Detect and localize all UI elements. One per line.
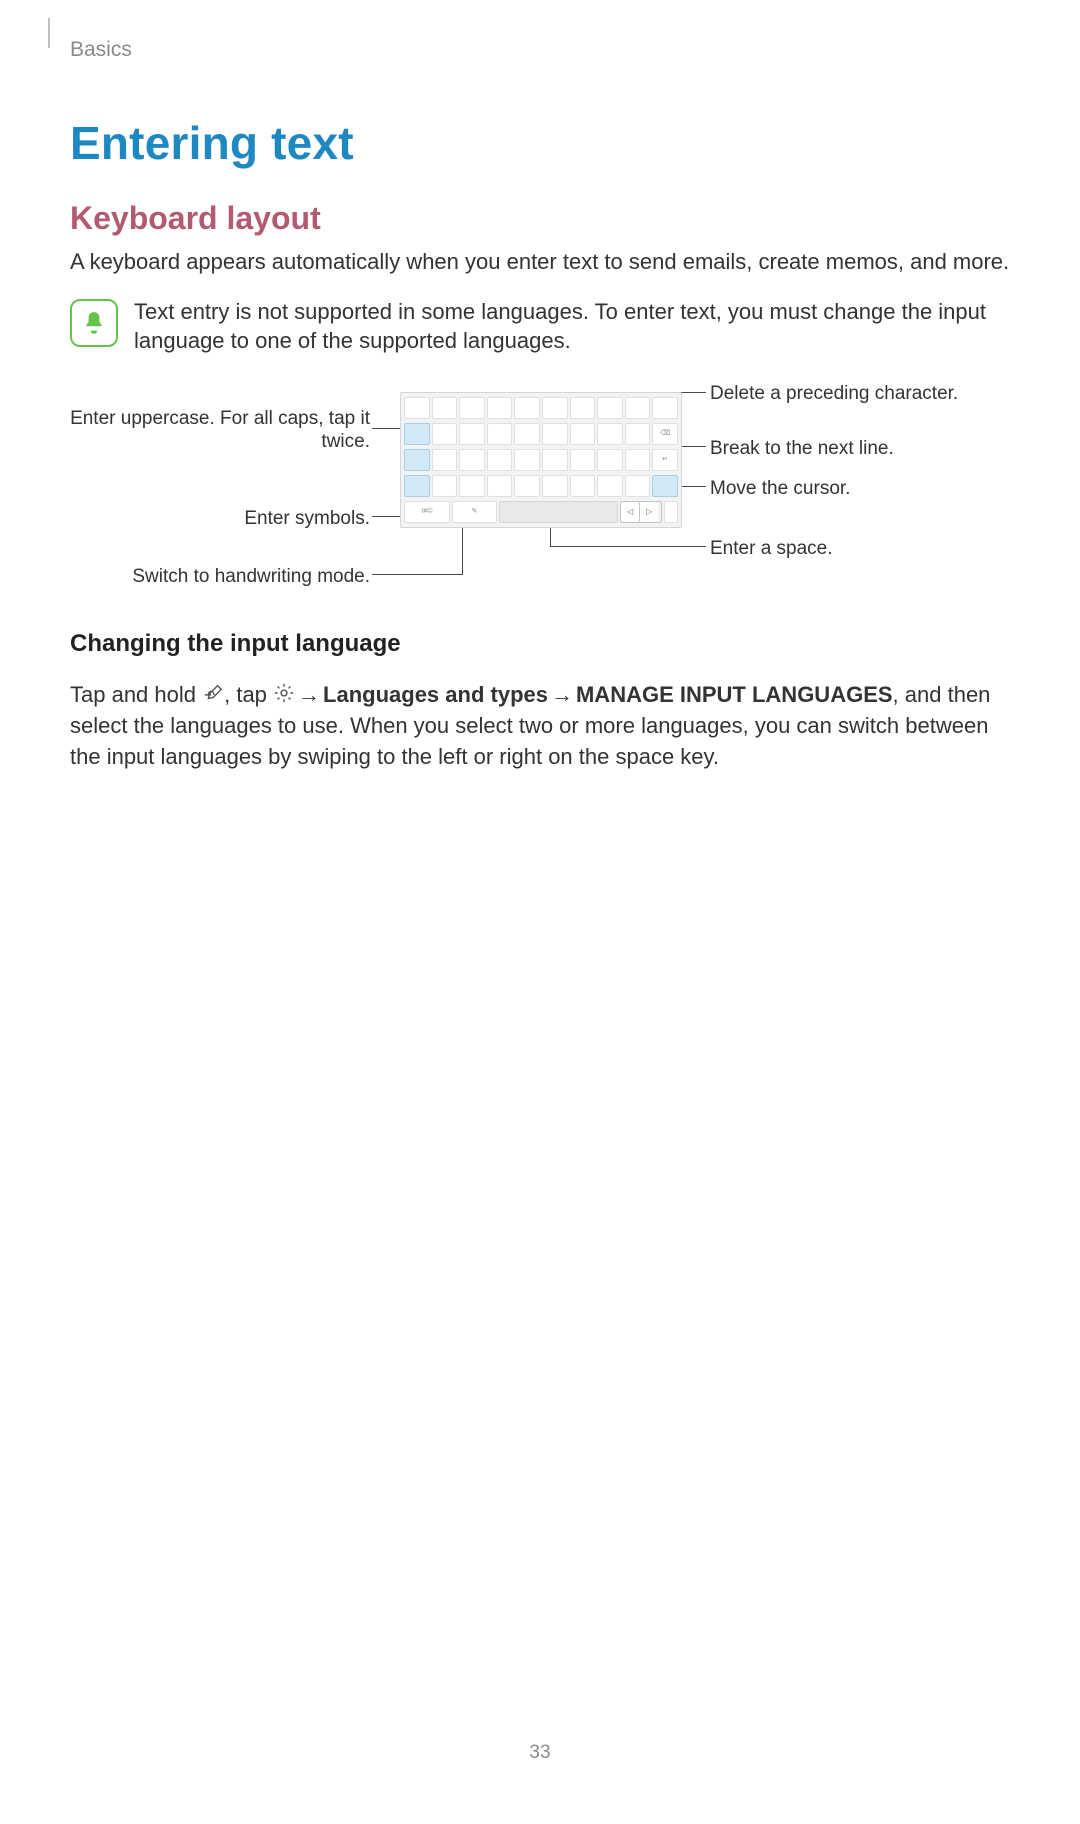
keyboard-graphic: ⌫ ↵ !#© ✎ ◁ ▷ — [400, 392, 682, 528]
callout-uppercase: Enter uppercase. For all caps, tap it tw… — [70, 408, 370, 454]
callout-cursor: Move the cursor. — [710, 478, 850, 501]
handwriting-icon — [202, 682, 224, 700]
bold-text: MANAGE INPUT LANGUAGES — [576, 682, 893, 707]
page-title: Entering text — [70, 116, 1010, 170]
instr-text: Tap and hold — [70, 682, 202, 707]
shift-key-icon — [404, 475, 430, 497]
enter-key-icon: ↵ — [652, 449, 678, 471]
cursor-keys-icon: ◁ ▷ — [620, 501, 662, 523]
bold-text: Languages and types — [323, 682, 548, 707]
callout-space: Enter a space. — [710, 538, 833, 561]
section-heading-keyboard-layout: Keyboard layout — [70, 200, 1010, 237]
callout-handwriting: Switch to handwriting mode. — [70, 566, 370, 589]
bell-icon — [81, 310, 107, 336]
symbols-key-icon: !#© — [404, 501, 450, 523]
handwriting-key-icon: ✎ — [452, 501, 498, 523]
page-number: 33 — [70, 1742, 1010, 1764]
callout-break: Break to the next line. — [710, 438, 894, 461]
manual-page: Basics Entering text Keyboard layout A k… — [0, 0, 1080, 1824]
note-callout: Text entry is not supported in some lang… — [70, 297, 1010, 356]
breadcrumb: Basics — [70, 38, 1010, 62]
instr-text: , tap — [224, 682, 273, 707]
header-divider — [48, 18, 50, 48]
instruction-paragraph: Tap and hold , tap → Languages and types… — [70, 680, 1010, 772]
leader-line — [372, 574, 462, 575]
note-text: Text entry is not supported in some lang… — [134, 297, 1010, 356]
section-body: A keyboard appears automatically when yo… — [70, 247, 1010, 277]
gear-icon — [273, 682, 295, 700]
callout-delete: Delete a preceding character. — [710, 383, 958, 406]
arrow-symbol: → — [295, 680, 323, 711]
note-icon — [70, 299, 118, 347]
leader-line — [550, 546, 706, 547]
arrow-symbol: → — [548, 680, 576, 711]
space-key-icon — [499, 501, 618, 523]
keyboard-diagram: Enter uppercase. For all caps, tap it tw… — [70, 380, 1010, 600]
callout-symbols: Enter symbols. — [70, 508, 370, 531]
shift-key-icon — [404, 423, 430, 445]
shift-key-icon — [652, 475, 678, 497]
backspace-key-icon: ⌫ — [652, 423, 678, 445]
subsection-heading: Changing the input language — [70, 630, 1010, 658]
